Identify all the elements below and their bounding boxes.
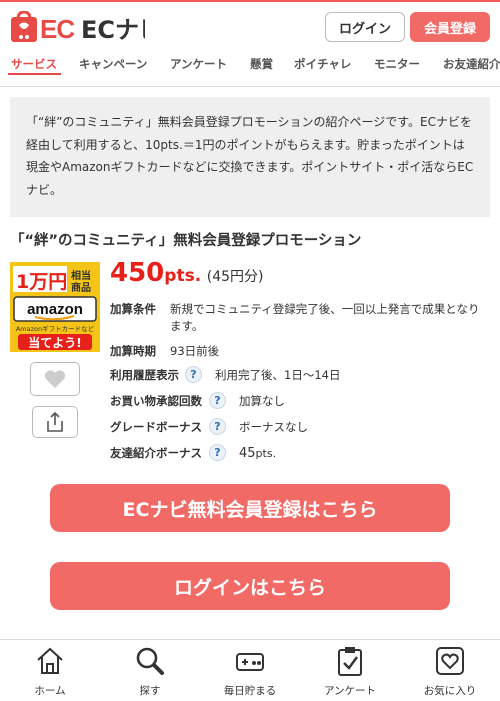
tab-poichalle[interactable]: ポイチャレ	[294, 56, 351, 72]
tab-services[interactable]: サービス	[11, 56, 57, 72]
detail-row-condition: 加算条件 新規でコミュニティ登録完了後、一回以上発言で成果となります。	[110, 301, 490, 337]
help-icon[interactable]: ?	[209, 444, 226, 461]
svg-text:商品: 商品	[71, 281, 91, 294]
help-icon[interactable]: ?	[209, 392, 226, 409]
gamepad-icon	[236, 653, 264, 671]
detail-value: ボーナスなし	[239, 420, 308, 434]
bottom-nav-label: ホーム	[34, 685, 66, 697]
header: EC ECナビ ログイン 会員登録	[0, 2, 500, 50]
points-unit: pts.	[164, 266, 202, 286]
detail-label: 加算時期	[110, 344, 156, 358]
tab-sweepstakes[interactable]: 懸賞	[250, 56, 273, 72]
tab-campaign[interactable]: キャンペーン	[79, 56, 147, 72]
share-button[interactable]	[32, 406, 78, 438]
tab-survey[interactable]: アンケート	[170, 56, 227, 72]
detail-value: 新規でコミュニティ登録完了後、一回以上発言で成果となります。	[170, 302, 480, 333]
bottom-nav-label: アンケート	[323, 685, 377, 697]
detail-row-history: 利用履歴表示 ? 利用完了後、1日～14日	[110, 366, 490, 385]
login-button[interactable]: ログイン	[325, 12, 405, 42]
bottom-nav-daily[interactable]: 毎日貯まる	[200, 640, 300, 701]
help-icon[interactable]: ?	[209, 418, 226, 435]
svg-text:当てよう!: 当てよう!	[28, 335, 81, 350]
svg-text:EC: EC	[40, 14, 75, 43]
share-icon	[47, 411, 63, 432]
detail-value: 加算なし	[239, 394, 285, 408]
tab-friend-referral[interactable]: お友達紹介	[443, 56, 500, 72]
service-tabs: サービス キャンペーン アンケート 懸賞 ポイチャレ モニター お友達紹介	[0, 50, 500, 87]
detail-row-approval: お買い物承認回数 ? 加算なし	[110, 392, 490, 411]
ecnavi-logo[interactable]: EC ECナビ	[10, 11, 145, 43]
register-cta-button[interactable]: ECナビ無料会員登録はこちら	[50, 484, 450, 532]
detail-value: 45pts.	[239, 446, 277, 461]
detail-label: お買い物承認回数	[110, 394, 202, 408]
heart-icon	[44, 370, 66, 388]
bottom-nav-favorites[interactable]: お気に入り	[400, 640, 500, 701]
reward-points: 450pts. (45円分)	[110, 258, 263, 288]
active-tab-underline	[8, 73, 61, 75]
detail-label: 加算条件	[110, 302, 156, 316]
bottom-nav-label: お気に入り	[423, 685, 477, 697]
home-icon	[37, 647, 63, 674]
page-title: 「“絆”のコミュニティ」無料会員登録プロモーション	[10, 233, 362, 249]
clipboard-icon	[338, 647, 362, 676]
bottom-nav-search[interactable]: 探す	[100, 640, 200, 701]
detail-label: 利用履歴表示	[110, 368, 179, 382]
svg-text:Amazonギフトカードなど: Amazonギフトカードなど	[16, 325, 95, 333]
svg-text:1万円: 1万円	[16, 271, 67, 293]
detail-row-referral-bonus: 友達紹介ボーナス ? 45pts.	[110, 444, 490, 463]
svg-text:相当: 相当	[71, 269, 91, 282]
login-cta-button[interactable]: ログインはこちら	[50, 562, 450, 610]
points-value: 450	[110, 258, 165, 288]
detail-row-grade-bonus: グレードボーナス ? ボーナスなし	[110, 418, 490, 437]
help-icon[interactable]: ?	[185, 366, 202, 383]
detail-value: 利用完了後、1日～14日	[215, 368, 341, 382]
favorite-icon	[436, 647, 464, 675]
bottom-nav-home[interactable]: ホーム	[0, 640, 100, 701]
amazon-campaign-banner[interactable]: 1万円 相当 商品 amazon Amazonギフトカードなど 当てよう!	[10, 262, 100, 352]
bottom-nav-survey[interactable]: アンケート	[300, 640, 400, 701]
detail-value: 93日前後	[170, 344, 220, 358]
tab-monitor[interactable]: モニター	[374, 56, 420, 72]
intro-text: 「“絆”のコミュニティ」無料会員登録プロモーションの紹介ページです。ECナビを経…	[10, 97, 490, 217]
bottom-nav-label: 探す	[139, 685, 161, 697]
bottom-nav-label: 毎日貯まる	[223, 685, 277, 697]
search-icon	[136, 647, 164, 675]
detail-label: グレードボーナス	[110, 420, 202, 434]
logo-text: ECナビ	[81, 16, 145, 43]
favorite-button[interactable]	[30, 362, 80, 396]
detail-label: 友達紹介ボーナス	[110, 446, 202, 460]
detail-row-timing: 加算時期 93日前後	[110, 343, 490, 361]
bottom-navigation: ホーム 探す 毎日貯まる アンケート お気に入り	[0, 639, 500, 700]
svg-text:amazon: amazon	[27, 301, 83, 318]
points-yen-equivalent: (45円分)	[206, 269, 264, 285]
register-button[interactable]: 会員登録	[410, 12, 490, 42]
